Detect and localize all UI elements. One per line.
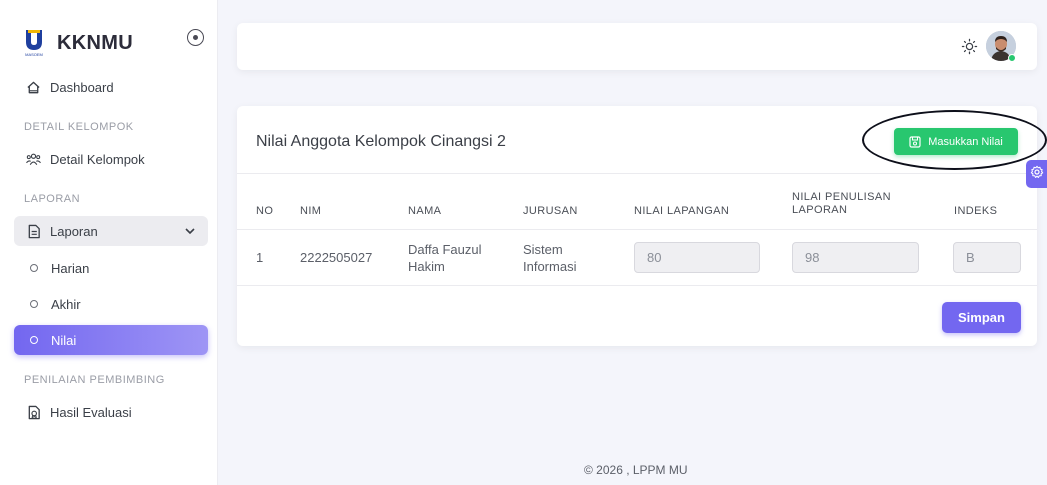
cell-nama-line1: Daffa Fauzul bbox=[408, 242, 482, 257]
cell-jurusan-line2: Informasi bbox=[523, 259, 577, 274]
th-nim: NIM bbox=[300, 205, 322, 217]
cell-jurusan-line1: Sistem bbox=[523, 242, 563, 257]
chevron-down-icon bbox=[184, 225, 196, 240]
sidebar-toggle-icon[interactable] bbox=[187, 29, 204, 46]
th-nilai-penulisan-line1: NILAI PENULISAN bbox=[792, 191, 891, 203]
sidebar-item-label: Dashboard bbox=[50, 79, 114, 95]
svg-text:MASOEM: MASOEM bbox=[25, 52, 43, 57]
sidebar-item-detail-kelompok[interactable]: Detail Kelompok bbox=[14, 144, 208, 174]
brand-title: KKNMU bbox=[57, 32, 133, 54]
settings-tab[interactable] bbox=[1026, 160, 1047, 188]
th-nama: NAMA bbox=[408, 205, 442, 217]
brand[interactable]: MASOEM KKNMU bbox=[22, 28, 133, 58]
cell-nama-line2: Hakim bbox=[408, 259, 445, 274]
th-nilai-penulisan: NILAI PENULISAN LAPORAN bbox=[792, 191, 891, 217]
th-nilai-lapangan: NILAI LAPANGAN bbox=[634, 205, 730, 217]
cell-jurusan: Sistem Informasi bbox=[523, 241, 576, 275]
sun-icon[interactable] bbox=[961, 38, 978, 55]
sidebar-item-hasil-evaluasi[interactable]: Hasil Evaluasi bbox=[14, 397, 208, 427]
sidebar-item-label: Laporan bbox=[50, 223, 98, 239]
card-title: Nilai Anggota Kelompok Cinangsi 2 bbox=[256, 133, 506, 150]
home-icon bbox=[26, 80, 41, 95]
cell-no: 1 bbox=[256, 250, 264, 265]
file-text-icon bbox=[26, 224, 41, 239]
sidebar-item-harian[interactable]: Harian bbox=[14, 253, 208, 283]
masukkan-nilai-button[interactable]: Masukkan Nilai bbox=[894, 128, 1018, 155]
sidebar-item-nilai[interactable]: Nilai bbox=[14, 325, 208, 355]
sidebar-item-akhir[interactable]: Akhir bbox=[14, 289, 208, 319]
gear-icon bbox=[1030, 165, 1044, 184]
cell-nama: Daffa Fauzul Hakim bbox=[408, 241, 481, 275]
masukkan-nilai-label: Masukkan Nilai bbox=[928, 135, 1003, 148]
circle-icon bbox=[30, 264, 38, 272]
floppy-icon bbox=[909, 135, 921, 148]
cell-nim: 2222505027 bbox=[300, 250, 373, 265]
sidebar-item-label: Harian bbox=[51, 260, 90, 276]
th-jurusan: JURUSAN bbox=[523, 205, 578, 217]
table-header: NO NIM NAMA JURUSAN NILAI LAPANGAN NILAI… bbox=[237, 173, 1037, 230]
sidebar-item-laporan[interactable]: Laporan bbox=[14, 216, 208, 246]
nilai-lapangan-input[interactable]: 80 bbox=[634, 242, 760, 273]
simpan-button[interactable]: Simpan bbox=[942, 302, 1021, 333]
users-icon bbox=[26, 152, 41, 167]
top-navbar bbox=[237, 23, 1037, 70]
menu-header-laporan: LAPORAN bbox=[24, 193, 81, 205]
circle-icon bbox=[30, 300, 38, 308]
table-row: 1 2222505027 Daffa Fauzul Hakim Sistem I… bbox=[237, 230, 1037, 286]
sidebar-item-label: Nilai bbox=[51, 332, 77, 348]
th-no: NO bbox=[256, 205, 274, 217]
th-indeks: INDEKS bbox=[954, 205, 998, 217]
sidebar: MASOEM KKNMU Dashboard DETAIL KELOMPOK D… bbox=[0, 0, 218, 485]
nilai-penulisan-input[interactable]: 98 bbox=[792, 242, 919, 273]
footer-copyright: © 2026 , LPPM MU bbox=[584, 463, 688, 477]
sidebar-item-label: Hasil Evaluasi bbox=[50, 404, 132, 420]
online-status-dot bbox=[1008, 54, 1016, 62]
grades-card: Nilai Anggota Kelompok Cinangsi 2 Masukk… bbox=[237, 106, 1037, 346]
sidebar-item-dashboard[interactable]: Dashboard bbox=[14, 72, 208, 102]
brand-logo: MASOEM bbox=[22, 28, 46, 58]
th-nilai-penulisan-line2: LAPORAN bbox=[792, 204, 848, 216]
circle-icon bbox=[30, 336, 38, 344]
file-certificate-icon bbox=[26, 405, 41, 420]
sidebar-item-label: Detail Kelompok bbox=[50, 151, 145, 167]
indeks-input[interactable]: B bbox=[953, 242, 1021, 273]
menu-header-detail: DETAIL KELOMPOK bbox=[24, 121, 134, 133]
sidebar-item-label: Akhir bbox=[51, 296, 81, 312]
menu-header-penilaian: PENILAIAN PEMBIMBING bbox=[24, 374, 165, 386]
